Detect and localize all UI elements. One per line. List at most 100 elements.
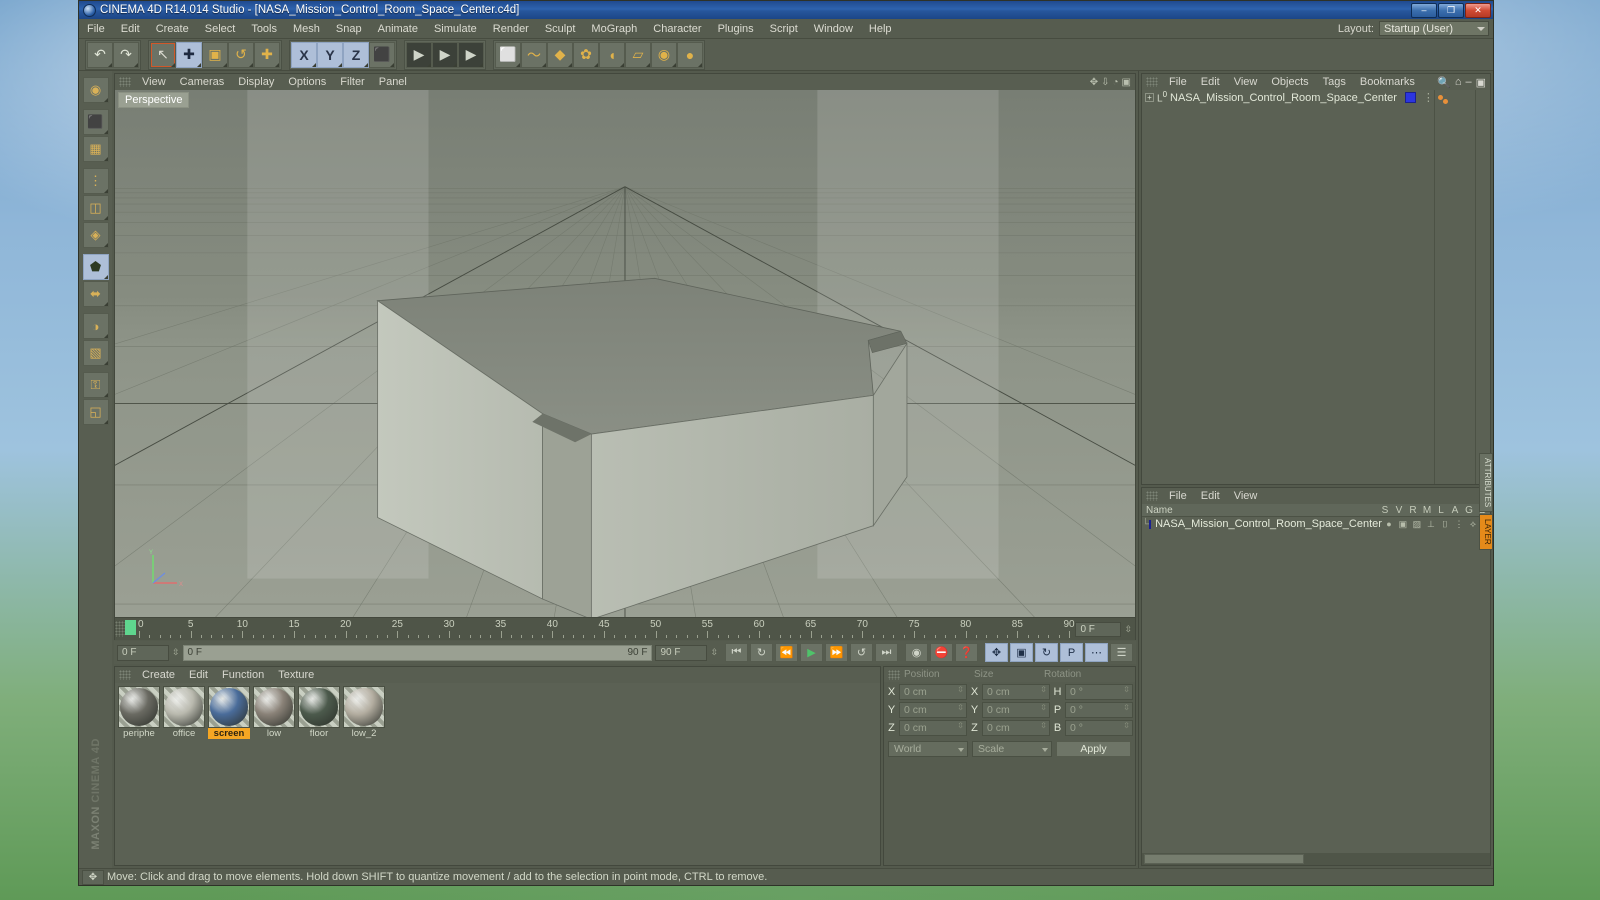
- spinner-icon[interactable]: ⇳: [1123, 721, 1130, 729]
- subdivision-surface-button[interactable]: ✿: [573, 41, 599, 68]
- position-y-input[interactable]: 0 cm ⇳: [899, 701, 967, 718]
- render-settings-button[interactable]: ▶: [458, 41, 484, 68]
- layer-grip-icon[interactable]: [1146, 491, 1158, 501]
- timeline-spinner-icon[interactable]: ⇳: [1124, 624, 1135, 635]
- button-menu-corner-icon[interactable]: [542, 62, 546, 67]
- frame-spinner-icon[interactable]: ⇳: [172, 647, 180, 658]
- material-cell[interactable]: low: [253, 686, 295, 739]
- viewport-menu-item-options[interactable]: Options: [281, 74, 333, 90]
- button-menu-corner-icon[interactable]: [364, 62, 368, 67]
- material-menu-item-edit[interactable]: Edit: [182, 667, 215, 683]
- object-grip-icon[interactable]: [1146, 77, 1158, 87]
- button-menu-corner-icon[interactable]: [103, 393, 108, 397]
- timeline-ruler-bar[interactable]: 0 5 10 15 20 25 30 35 40 45 50 55 60 65 70 75 80 85 90 0 F…: [114, 618, 1136, 640]
- button-menu-corner-icon[interactable]: [594, 62, 598, 67]
- workplane-button[interactable]: ◱: [82, 399, 109, 425]
- material-name[interactable]: low_2: [343, 728, 385, 739]
- layer-row[interactable]: └ NASA_Mission_Control_Room_Space_Center…: [1142, 517, 1490, 531]
- object-tags-column[interactable]: [1434, 90, 1476, 484]
- rotate-tool[interactable]: ↺: [228, 41, 254, 68]
- step-forward-button[interactable]: ⏩: [825, 643, 848, 662]
- spinner-icon[interactable]: ⇳: [1123, 703, 1130, 711]
- step-back-button[interactable]: ⏪: [775, 643, 798, 662]
- points-mode-button[interactable]: ⋮: [82, 168, 109, 194]
- button-menu-corner-icon[interactable]: [103, 334, 108, 338]
- material-name[interactable]: screen: [208, 728, 250, 739]
- tag-dot-icon[interactable]: [1437, 95, 1443, 100]
- material-preview[interactable]: [208, 686, 250, 728]
- panel-grip-icon[interactable]: [119, 77, 131, 87]
- timeline-grip-icon[interactable]: [115, 621, 125, 637]
- light-button[interactable]: ●: [677, 41, 703, 68]
- layer-body[interactable]: [1142, 531, 1490, 853]
- button-menu-corner-icon[interactable]: [197, 62, 201, 67]
- viewport-menu-item-cameras[interactable]: Cameras: [173, 74, 232, 90]
- timeline-frame-field[interactable]: 0 F: [1075, 621, 1122, 637]
- button-menu-corner-icon[interactable]: [103, 243, 108, 247]
- spinner-icon[interactable]: ⇳: [1040, 703, 1047, 711]
- material-name[interactable]: floor: [298, 728, 340, 739]
- viewport-menu-item-filter[interactable]: Filter: [333, 74, 371, 90]
- button-menu-corner-icon[interactable]: [249, 62, 253, 67]
- button-menu-corner-icon[interactable]: [103, 420, 108, 424]
- layer-solo-toggle[interactable]: ●: [1382, 519, 1396, 530]
- menu-item-animate[interactable]: Animate: [370, 19, 426, 39]
- panel-arrow-icon[interactable]: ⇩: [1101, 77, 1109, 88]
- end-frame-spinner-icon[interactable]: ⇳: [710, 647, 718, 658]
- menu-item-window[interactable]: Window: [806, 19, 861, 39]
- spinner-icon[interactable]: ⇳: [1040, 685, 1047, 693]
- x-axis-lock[interactable]: X: [291, 41, 317, 68]
- position-x-input[interactable]: 0 cm ⇳: [899, 683, 967, 700]
- minimize-button[interactable]: –: [1411, 2, 1437, 18]
- button-menu-corner-icon[interactable]: [171, 62, 175, 67]
- spinner-icon[interactable]: ⇳: [1040, 721, 1047, 729]
- button-menu-corner-icon[interactable]: [479, 62, 483, 67]
- size-x-input[interactable]: 0 cm ⇳: [982, 683, 1050, 700]
- button-menu-corner-icon[interactable]: [108, 62, 112, 67]
- menu-item-plugins[interactable]: Plugins: [710, 19, 762, 39]
- button-menu-corner-icon[interactable]: [103, 189, 108, 193]
- material-menu-item-create[interactable]: Create: [135, 667, 182, 683]
- button-menu-corner-icon[interactable]: [390, 62, 394, 67]
- selection-mode-button[interactable]: ◉: [82, 77, 109, 103]
- menu-item-script[interactable]: Script: [762, 19, 806, 39]
- z-axis-lock[interactable]: Z: [343, 41, 369, 68]
- add-tool[interactable]: ✚: [254, 41, 280, 68]
- object-row[interactable]: + L0 NASA_Mission_Control_Room_Space_Cente…: [1142, 90, 1434, 105]
- menu-item-select[interactable]: Select: [197, 19, 244, 39]
- bend-deformer-button[interactable]: ◖: [599, 41, 625, 68]
- coordinate-system-dropdown[interactable]: World: [888, 741, 968, 757]
- layer-render-toggle[interactable]: ▨: [1410, 519, 1424, 530]
- model-mode-button[interactable]: ⬛: [82, 109, 109, 135]
- undo-button[interactable]: ↶: [87, 41, 113, 68]
- layer-animation-toggle[interactable]: ⋮: [1452, 519, 1466, 530]
- material-preview[interactable]: [343, 686, 385, 728]
- move-panel-icon[interactable]: ✥: [1090, 77, 1098, 88]
- layer-view-toggle[interactable]: ▣: [1396, 519, 1410, 530]
- menu-item-render[interactable]: Render: [485, 19, 537, 39]
- button-menu-corner-icon[interactable]: [568, 62, 572, 67]
- viewport-menu-item-display[interactable]: Display: [231, 74, 281, 90]
- material-preview[interactable]: [298, 686, 340, 728]
- layer-column-m[interactable]: M: [1420, 505, 1434, 516]
- object-menu-item-view[interactable]: View: [1227, 74, 1265, 90]
- record-active-objects-button[interactable]: ◉: [905, 643, 928, 662]
- world-object-coordinates[interactable]: ⬛: [369, 41, 395, 68]
- button-menu-corner-icon[interactable]: [646, 62, 650, 67]
- key-mode-button[interactable]: ☰: [1110, 643, 1133, 662]
- object-tree[interactable]: + L0 NASA_Mission_Control_Room_Space_Cente…: [1142, 90, 1435, 484]
- layer-menu-item-edit[interactable]: Edit: [1194, 488, 1227, 504]
- floor-environment-button[interactable]: ▱: [625, 41, 651, 68]
- object-menu-item-bookmarks[interactable]: Bookmarks: [1353, 74, 1422, 90]
- layer-menu-item-view[interactable]: View: [1227, 488, 1265, 504]
- polygons-mode-button[interactable]: ◈: [82, 222, 109, 248]
- layer-lock-toggle[interactable]: ⌷: [1438, 519, 1452, 530]
- layer-color-swatch[interactable]: [1149, 519, 1152, 529]
- menu-item-mesh[interactable]: Mesh: [285, 19, 328, 39]
- layer-menu-item-file[interactable]: File: [1162, 488, 1194, 504]
- spline-pen-button[interactable]: 〜: [521, 41, 547, 68]
- close-button[interactable]: ✕: [1465, 2, 1491, 18]
- material-cell[interactable]: low_2: [343, 686, 385, 739]
- maximize-panel-icon[interactable]: ▣: [1476, 76, 1486, 89]
- axis-mode-button[interactable]: ⬟: [82, 254, 109, 280]
